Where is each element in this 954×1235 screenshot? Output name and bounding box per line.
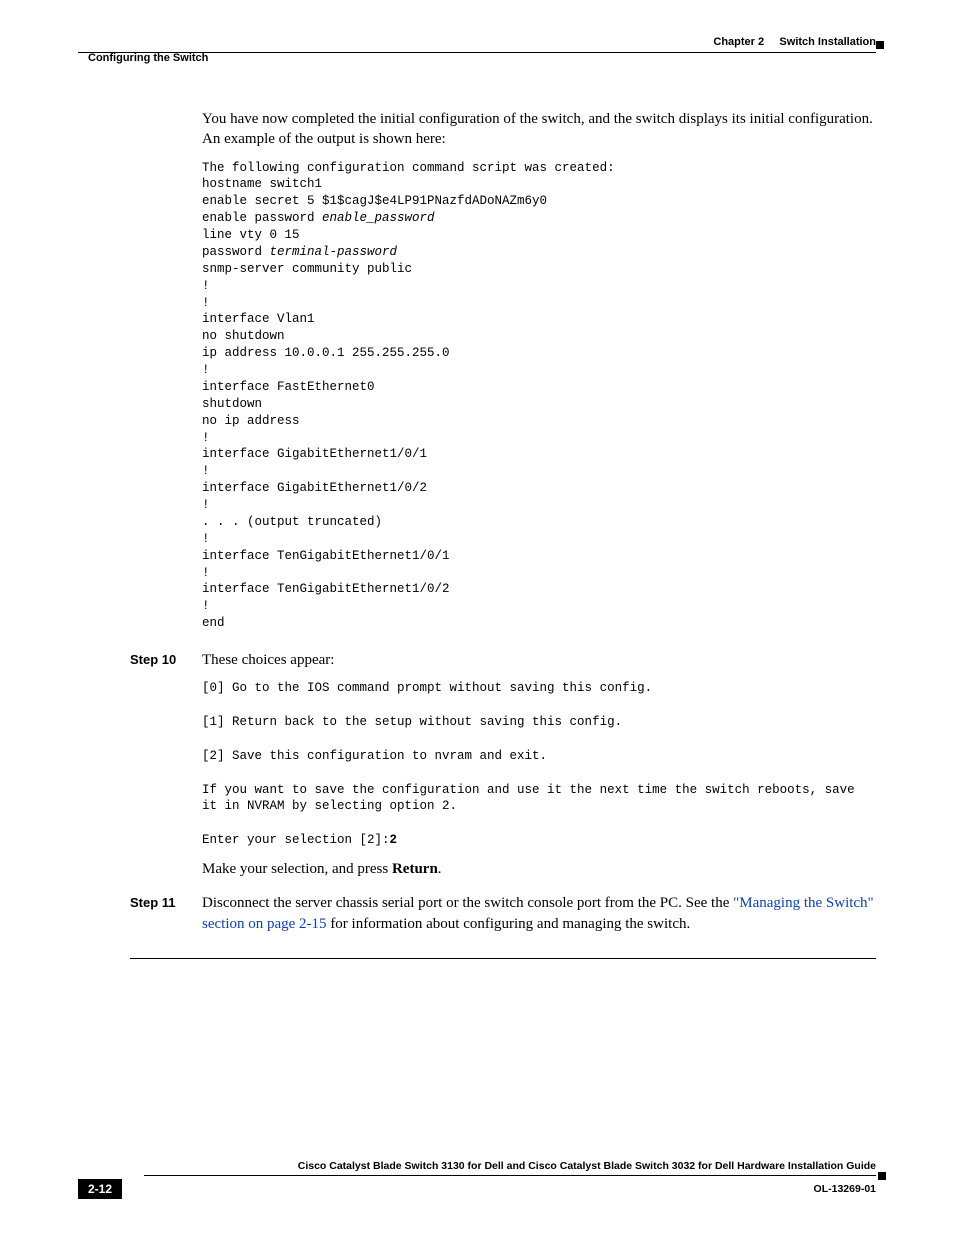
text-fragment: Make your selection, and press	[202, 861, 392, 877]
code-line: Enter your selection [2]:	[202, 833, 390, 847]
code-line: !	[202, 279, 210, 293]
code-line: line vty 0 15	[202, 228, 300, 242]
code-line: The following configuration command scri…	[202, 161, 615, 175]
step10-closing: Make your selection, and press Return.	[202, 859, 876, 879]
main-content: You have now completed the initial confi…	[202, 109, 876, 959]
end-procedure-rule	[130, 958, 876, 959]
code-line: [1] Return back to the setup without sav…	[202, 715, 622, 729]
code-line: !	[202, 296, 210, 310]
page-footer: Cisco Catalyst Blade Switch 3130 for Del…	[78, 1160, 876, 1199]
code-line: !	[202, 363, 210, 377]
doc-id: OL-13269-01	[814, 1183, 876, 1195]
code-line: hostname switch1	[202, 177, 322, 191]
code-line: shutdown	[202, 397, 262, 411]
code-line: interface FastEthernet0	[202, 380, 375, 394]
code-line: interface GigabitEthernet1/0/2	[202, 481, 427, 495]
page-container: Chapter 2 Switch Installation Configurin…	[0, 0, 954, 1235]
code-line: no ip address	[202, 414, 300, 428]
code-placeholder: terminal-password	[270, 245, 398, 259]
code-line: !	[202, 498, 210, 512]
code-line: interface GigabitEthernet1/0/1	[202, 447, 427, 461]
running-header: Chapter 2 Switch Installation	[78, 36, 876, 48]
code-line: interface TenGigabitEthernet1/0/1	[202, 549, 450, 563]
code-line: !	[202, 599, 210, 613]
text-fragment: Disconnect the server chassis serial por…	[202, 895, 733, 911]
code-line: !	[202, 464, 210, 478]
step-10: Step 10 These choices appear: [0] Go to …	[202, 650, 876, 889]
code-line: interface TenGigabitEthernet1/0/2	[202, 582, 450, 596]
step10-intro: These choices appear:	[202, 650, 876, 670]
text-fragment: .	[438, 861, 442, 877]
step-11: Step 11 Disconnect the server chassis se…	[202, 893, 876, 944]
code-line: enable password	[202, 211, 322, 225]
config-output-block: The following configuration command scri…	[202, 160, 876, 633]
code-line: no shutdown	[202, 329, 285, 343]
book-title: Cisco Catalyst Blade Switch 3130 for Del…	[144, 1160, 876, 1176]
code-placeholder: enable_password	[322, 211, 435, 225]
step-label: Step 11	[130, 893, 202, 910]
square-icon	[878, 1172, 886, 1180]
user-input: 2	[390, 833, 398, 847]
step-label: Step 10	[130, 650, 202, 667]
text-fragment: for information about configuring and ma…	[327, 916, 691, 932]
code-line: . . . (output truncated)	[202, 515, 382, 529]
chapter-label: Chapter 2	[713, 36, 764, 48]
page-number-badge: 2-12	[78, 1179, 122, 1199]
code-line: !	[202, 532, 210, 546]
step10-choices: [0] Go to the IOS command prompt without…	[202, 680, 876, 849]
code-line: [0] Go to the IOS command prompt without…	[202, 681, 652, 695]
section-title: Configuring the Switch	[88, 52, 208, 64]
code-line: enable secret 5 $1$cagJ$e4LP91PNazfdADoN…	[202, 194, 547, 208]
code-line: end	[202, 616, 225, 630]
code-line: !	[202, 431, 210, 445]
code-line: ip address 10.0.0.1 255.255.255.0	[202, 346, 450, 360]
square-icon	[876, 41, 884, 49]
code-line: interface Vlan1	[202, 312, 315, 326]
code-line: snmp-server community public	[202, 262, 412, 276]
code-line: If you want to save the configuration an…	[202, 783, 862, 814]
chapter-title: Switch Installation	[779, 36, 876, 48]
step11-text: Disconnect the server chassis serial por…	[202, 893, 876, 934]
intro-paragraph: You have now completed the initial confi…	[202, 109, 876, 150]
keycap: Return	[392, 861, 438, 877]
code-line: !	[202, 566, 210, 580]
code-line: [2] Save this configuration to nvram and…	[202, 749, 547, 763]
code-line: password	[202, 245, 270, 259]
